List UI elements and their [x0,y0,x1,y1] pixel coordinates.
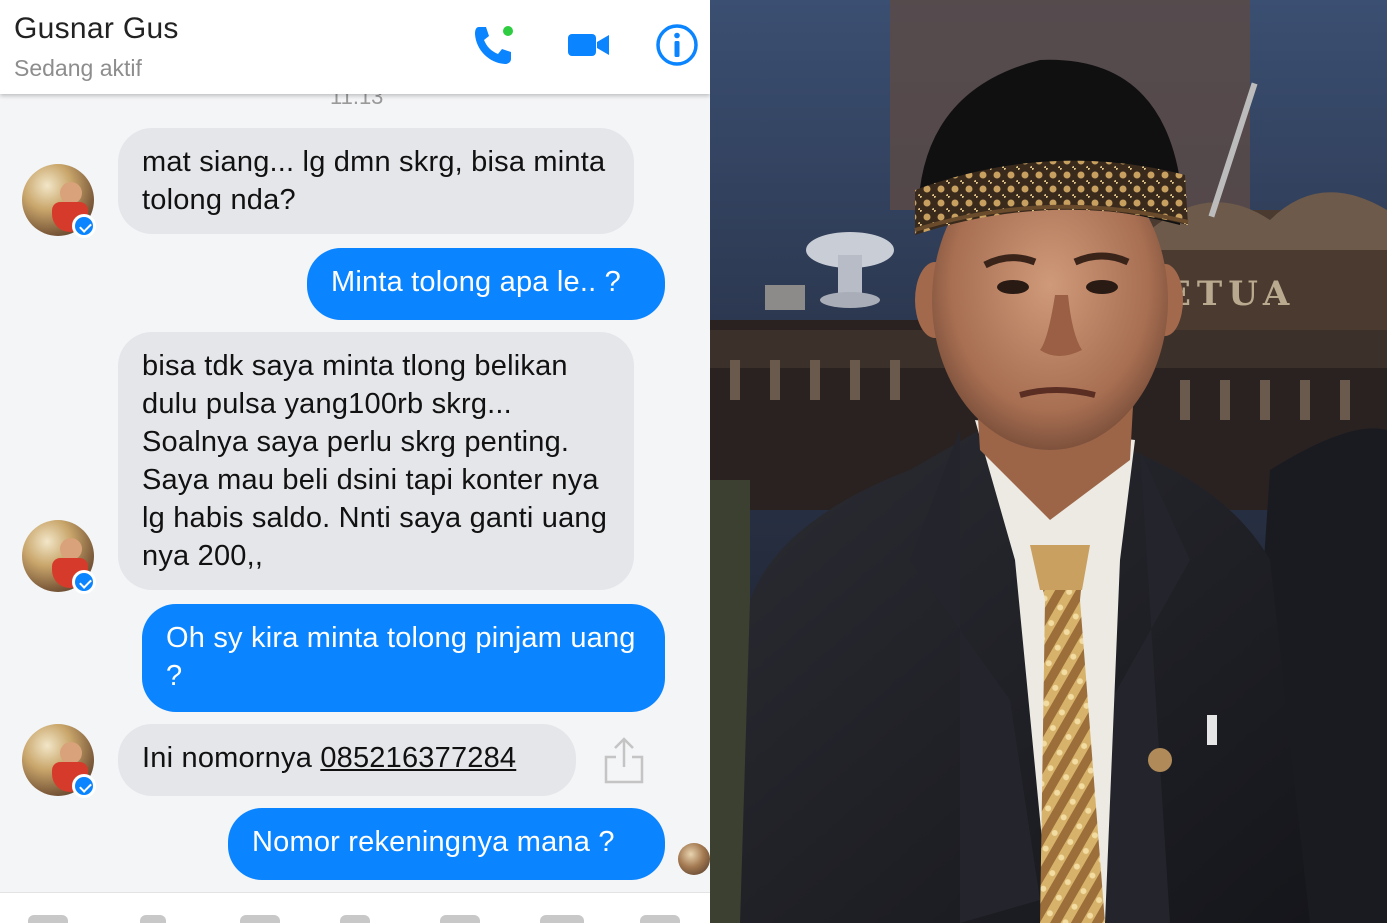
image-icon[interactable] [140,915,166,923]
outgoing-message[interactable]: Nomor rekeningnya mana ? [228,808,665,880]
like-icon[interactable] [640,915,680,923]
messenger-badge-icon [72,570,96,594]
composer-bar [0,892,710,923]
contact-avatar[interactable] [22,724,96,798]
contact-avatar[interactable] [22,164,96,238]
chat-screen: Gusnar Gus Sedang aktif 11.13 mat siang.… [0,0,710,923]
sticker-icon[interactable] [240,915,280,923]
contact-avatar[interactable] [22,520,96,594]
portrait-photo: ETUA [710,0,1387,923]
messenger-badge-icon [72,214,96,238]
share-icon[interactable] [602,735,646,785]
info-icon[interactable] [654,22,700,68]
outgoing-message[interactable]: Oh sy kira minta tolong pinjam uang ? [142,604,665,712]
video-call-icon[interactable] [566,22,612,68]
chat-header: Gusnar Gus Sedang aktif [0,0,710,94]
outgoing-message[interactable]: Minta tolong apa le.. ? [307,248,665,320]
gif-icon[interactable] [540,915,584,923]
incoming-message[interactable]: Ini nomornya 085216377284 [118,724,576,796]
camera-icon[interactable] [28,915,68,923]
mic-icon[interactable] [340,915,370,923]
incoming-message[interactable]: bisa tdk saya minta tlong belikan dulu p… [118,332,634,590]
contact-name[interactable]: Gusnar Gus [14,12,179,46]
active-status: Sedang aktif [14,55,142,81]
phone-call-icon[interactable] [470,22,516,68]
emoji-icon[interactable] [440,915,480,923]
message-text: Ini nomornya [142,742,321,774]
messenger-badge-icon [72,774,96,798]
seen-indicator-avatar [678,843,710,875]
nameplate-text: ETUA [1165,274,1295,314]
incoming-message[interactable]: mat siang... lg dmn skrg, bisa minta tol… [118,128,634,234]
phone-number-link[interactable]: 085216377284 [320,742,516,774]
